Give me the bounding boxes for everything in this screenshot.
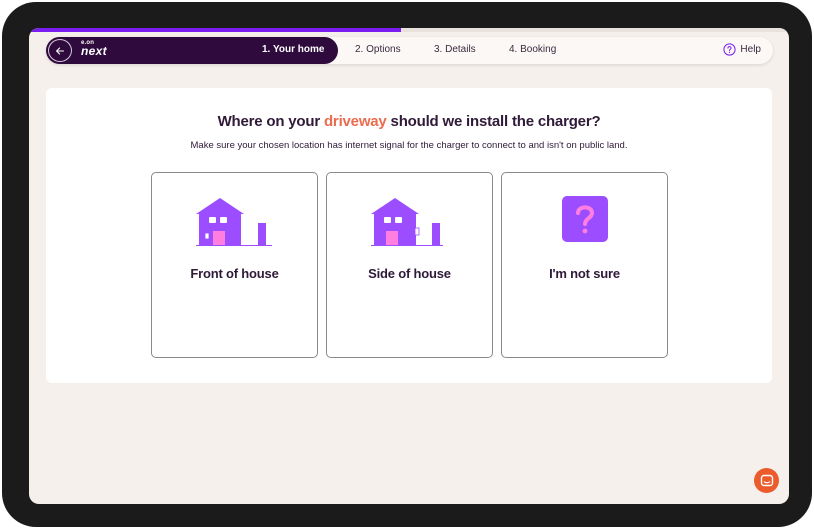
help-label: Help <box>740 44 761 55</box>
app-screen: e.on next 1. Your home 2. Options 3. Det… <box>29 28 789 504</box>
chat-button[interactable] <box>754 468 779 493</box>
help-button[interactable]: Help <box>723 43 761 56</box>
question-circle-icon <box>723 43 737 56</box>
option-label: Front of house <box>190 266 279 281</box>
top-navigation: e.on next 1. Your home 2. Options 3. Det… <box>46 37 773 64</box>
question-mark-icon <box>562 196 608 242</box>
option-front-of-house[interactable]: Front of house <box>151 172 318 358</box>
logo-next-text: next <box>81 44 107 58</box>
option-not-sure[interactable]: I'm not sure <box>501 172 668 358</box>
question-title-highlight: driveway <box>323 113 387 130</box>
brand-pill: e.on next 1. Your home <box>46 37 338 64</box>
progress-bar <box>29 28 789 32</box>
house-side-charger-icon <box>371 198 443 246</box>
question-card: Where on your driveway should we install… <box>46 88 772 383</box>
tablet-frame: e.on next 1. Your home 2. Options 3. Det… <box>2 2 812 527</box>
back-button[interactable] <box>48 39 72 62</box>
step-details[interactable]: 3. Details <box>434 44 476 55</box>
step-options[interactable]: 2. Options <box>355 44 401 55</box>
option-side-of-house[interactable]: Side of house <box>326 172 493 358</box>
arrow-left-icon <box>56 46 65 55</box>
house-front-charger-icon <box>196 198 272 246</box>
eon-next-logo[interactable]: e.on next <box>81 40 107 57</box>
question-title: Where on your driveway should we install… <box>46 113 772 130</box>
option-label: I'm not sure <box>549 266 620 281</box>
step-your-home[interactable]: 1. Your home <box>262 44 324 55</box>
question-title-suffix: should we install the charger? <box>390 113 601 130</box>
question-title-prefix: Where on your <box>217 113 321 130</box>
chat-icon <box>760 474 773 486</box>
question-subtitle: Make sure your chosen location has inter… <box>190 140 628 151</box>
option-label: Side of house <box>368 266 451 281</box>
step-booking[interactable]: 4. Booking <box>509 44 556 55</box>
progress-bar-fill <box>29 28 402 32</box>
